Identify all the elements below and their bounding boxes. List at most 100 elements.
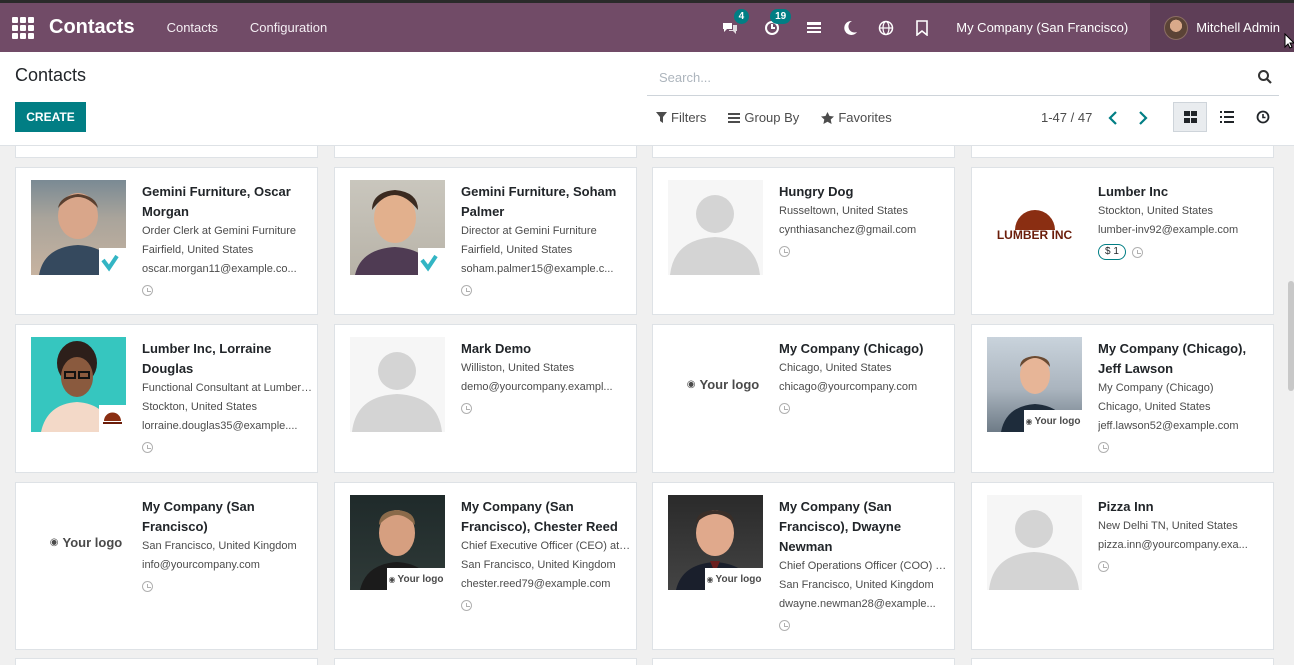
user-menu[interactable]: Mitchell Admin [1150, 3, 1294, 52]
contact-card[interactable]: ◉ Your logo My Company (San Francisco), Ch… [334, 482, 637, 650]
sales-tag[interactable]: $ 1 [1098, 244, 1126, 260]
menu-contacts[interactable]: Contacts [167, 20, 218, 35]
company-logo-text: Your logo [397, 573, 444, 585]
kanban-card-partial[interactable] [15, 658, 318, 665]
contact-card[interactable]: ◉ Your logo My Company (San Francisco), Dw… [652, 482, 955, 650]
contact-location: Stockton, United States [1098, 205, 1213, 217]
contact-photo: ◉ Your logo [350, 495, 445, 590]
contact-photo: ◉ Your logo [987, 337, 1082, 432]
contact-photo [31, 180, 126, 275]
search-options: Filters Group By Favorites [656, 110, 914, 125]
kanban-card-partial[interactable] [971, 658, 1274, 665]
camera-icon: ◉ [49, 537, 59, 548]
star-icon [821, 111, 835, 124]
activity-clock-icon[interactable] [779, 246, 790, 257]
activity-clock-icon[interactable] [1131, 246, 1143, 258]
contact-card[interactable]: Gemini Furniture, Oscar Morgan Order Cler… [15, 167, 318, 315]
filters-label: Filters [671, 110, 707, 125]
company-logo: ◉ Your logo [31, 495, 141, 590]
search-input[interactable] [659, 70, 1239, 85]
contact-card[interactable]: LUMBER INC Lumber Inc Stockton, United S… [971, 167, 1274, 315]
contact-card[interactable]: Pizza Inn New Delhi TN, United States pi… [971, 482, 1274, 650]
kanban-card-partial[interactable] [652, 146, 955, 158]
pager-value[interactable]: 1-47 / 47 [1041, 110, 1092, 125]
contact-name: My Company (Chicago), Jeff Lawson [1098, 341, 1247, 376]
favorites-button[interactable]: Favorites [821, 110, 892, 125]
contact-card[interactable]: Lumber Inc, Lorraine Douglas Functional C… [15, 324, 318, 473]
kanban-card-partial[interactable] [334, 658, 637, 665]
contact-card[interactable]: ◉ Your logo My Company (Chicago), Jeff Law… [971, 324, 1274, 473]
kanban-view-button[interactable] [1173, 102, 1207, 132]
control-panel: Contacts CREATE Filters Group By Favorit… [0, 52, 1294, 146]
activity-clock-icon[interactable] [779, 620, 790, 631]
contact-function: Chief Executive Officer (CEO) at ... [461, 540, 631, 552]
activity-clock-icon[interactable] [142, 581, 153, 592]
company-logo: LUMBER INC [987, 180, 1082, 275]
activity-clock-icon[interactable] [1098, 561, 1109, 572]
company-logo-thumb [99, 248, 126, 275]
app-title[interactable]: Contacts [49, 16, 135, 39]
camera-icon: ◉ [388, 574, 396, 584]
kanban-card-partial[interactable] [15, 146, 318, 158]
placeholder-avatar [987, 495, 1082, 590]
contact-email: lumber-inv92@example.com [1098, 224, 1239, 236]
company-logo-thumb [99, 405, 126, 432]
bookmark-icon[interactable] [912, 18, 932, 38]
contact-name: My Company (San Francisco) [142, 499, 255, 534]
contact-email: info@yourcompany.com [142, 559, 260, 571]
contact-card[interactable]: ◉ Your logo My Company (Chicago) Chicago,… [652, 324, 955, 473]
top-navbar: Contacts Contacts Configuration 4 19 My … [0, 0, 1294, 52]
contact-location: New Delhi TN, United States [1098, 520, 1238, 532]
activity-clock-icon[interactable] [142, 285, 153, 296]
pager-next-icon[interactable] [1136, 110, 1150, 126]
kanban-view: Gemini Furniture, Oscar Morgan Order Cler… [0, 146, 1294, 665]
contact-card[interactable]: ◉ Your logo My Company (San Francisco) San… [15, 482, 318, 650]
contact-name: My Company (San Francisco), Chester Reed [461, 499, 618, 534]
activity-clock-icon[interactable] [461, 600, 472, 611]
messages-icon[interactable]: 4 [720, 8, 750, 38]
list-view-button[interactable] [1210, 102, 1244, 132]
group-by-label: Group By [744, 110, 800, 125]
contact-function: My Company (Chicago) [1098, 382, 1214, 394]
contact-photo: ◉ Your logo [668, 495, 763, 590]
activity-clock-icon[interactable] [142, 442, 153, 453]
scrollbar[interactable] [1288, 281, 1294, 391]
contact-card[interactable]: Mark Demo Williston, United States demo@… [334, 324, 637, 473]
filters-button[interactable]: Filters [656, 110, 706, 125]
contact-location: Chicago, United States [1098, 401, 1211, 413]
activities-icon[interactable]: 19 [762, 8, 792, 38]
company-logo-text: Your logo [699, 377, 760, 392]
kanban-card-partial[interactable] [334, 146, 637, 158]
search-icon[interactable] [1257, 69, 1273, 85]
activity-view-button[interactable] [1246, 102, 1280, 132]
bars-icon [728, 112, 741, 123]
dark-mode-moon-icon[interactable] [840, 18, 860, 38]
contact-photo [31, 337, 126, 432]
contact-location: Williston, United States [461, 362, 575, 374]
clock-icon [1256, 110, 1270, 124]
company-switcher[interactable]: My Company (San Francisco) [956, 20, 1128, 35]
list-toggle-icon[interactable] [804, 18, 824, 38]
globe-icon[interactable] [876, 18, 896, 38]
contact-email: lorraine.douglas35@example.... [142, 420, 298, 432]
menu-configuration[interactable]: Configuration [250, 20, 327, 35]
create-button[interactable]: CREATE [15, 102, 86, 132]
contact-function: Functional Consultant at Lumber ... [142, 382, 312, 394]
contact-function: Chief Operations Officer (COO) at... [779, 560, 949, 572]
contact-card[interactable]: Gemini Furniture, Soham Palmer Director a… [334, 167, 637, 315]
contact-card[interactable]: Hungry Dog Russeltown, United States cyn… [652, 167, 955, 315]
contact-email: cynthiasanchez@gmail.com [779, 224, 917, 236]
kanban-card-partial[interactable] [652, 658, 955, 665]
activity-clock-icon[interactable] [461, 403, 472, 414]
contact-function: Order Clerk at Gemini Furniture [142, 225, 297, 237]
contact-location: San Francisco, United Kingdom [461, 559, 616, 571]
company-logo-text: LUMBER INC [996, 228, 1073, 242]
kanban-card-partial[interactable] [971, 146, 1274, 158]
contact-location: San Francisco, United Kingdom [142, 540, 297, 552]
activity-clock-icon[interactable] [1098, 442, 1109, 453]
pager-previous-icon[interactable] [1106, 110, 1120, 126]
group-by-button[interactable]: Group By [728, 110, 799, 125]
apps-menu-icon[interactable] [12, 16, 34, 39]
activity-clock-icon[interactable] [461, 285, 472, 296]
activity-clock-icon[interactable] [779, 403, 790, 414]
